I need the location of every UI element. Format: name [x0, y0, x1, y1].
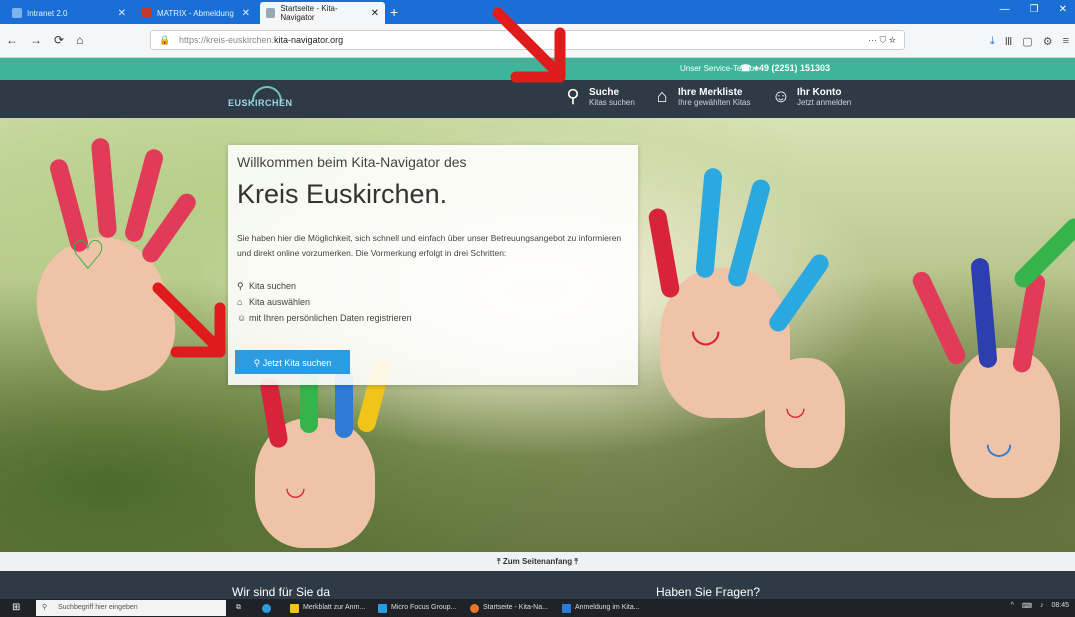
- tab-kita-navigator[interactable]: Startseite - Kita-Navigator ✕: [260, 2, 385, 24]
- footer-heading-contact: Wir sind für Sie da: [232, 585, 331, 599]
- smiley-painting: ◡: [285, 474, 306, 501]
- file-icon: [290, 603, 299, 613]
- painted-finger: [970, 257, 998, 369]
- welcome-paragraph: Sie haben hier die Möglichkeit, sich sch…: [237, 233, 622, 258]
- library-icon[interactable]: Ⅲ: [1005, 35, 1013, 48]
- welcome-heading: Willkommen beim Kita-Navigator des: [237, 154, 467, 170]
- taskbar-search-input[interactable]: ⚲ Suchbegriff hier eingeben: [36, 600, 226, 616]
- reload-icon[interactable]: ⟳: [54, 33, 64, 47]
- taskbar-app[interactable]: Startseite - Kita-Na...: [470, 601, 548, 615]
- sidebar-icon[interactable]: ▢: [1022, 35, 1032, 48]
- new-tab-button[interactable]: +: [390, 4, 398, 20]
- forward-icon[interactable]: →: [30, 33, 42, 47]
- house-heart-icon: ⌂: [656, 86, 668, 106]
- bookmark-star-icon[interactable]: ☆: [889, 35, 896, 45]
- network-icon[interactable]: ⌨: [1022, 602, 1032, 610]
- red-arrow-icon: [492, 7, 566, 83]
- toolbar-icons: ⤓ Ⅲ ▢ ⚙ ≡: [990, 35, 1069, 48]
- painted-finger: [1011, 272, 1047, 374]
- close-icon[interactable]: ✕: [371, 8, 379, 19]
- lock-icon: 🔒: [159, 35, 171, 45]
- nav-konto[interactable]: ☺ Ihr Konto Jetzt anmelden: [771, 86, 851, 107]
- task-view-icon[interactable]: ⧉: [236, 601, 241, 615]
- tab-matrix[interactable]: MATRIX - Abmeldung ✕: [136, 2, 256, 24]
- intranet-icon: [12, 8, 22, 18]
- step-item: ⚲ Kita suchen: [237, 278, 412, 294]
- close-icon[interactable]: ✕: [242, 8, 250, 19]
- close-window-icon[interactable]: ✕: [1059, 4, 1067, 15]
- back-to-top-link[interactable]: ⤒ Zum Seitenanfang ⤒: [0, 552, 1075, 571]
- taskbar-app[interactable]: Merkblatt zur Anm...: [290, 601, 365, 615]
- search-kita-button[interactable]: ⚲ Jetzt Kita suchen: [235, 350, 350, 374]
- arrow-up-icon: ⤒: [574, 557, 578, 566]
- home-icon[interactable]: ⌂: [76, 33, 83, 47]
- firefox-icon: [470, 603, 479, 613]
- painted-finger: [259, 376, 289, 450]
- site-footer: Wir sind für Sie da Haben Sie Fragen?: [0, 571, 1075, 599]
- painted-finger: [647, 207, 681, 299]
- matrix-icon: [142, 8, 152, 18]
- volume-icon[interactable]: ♪: [1040, 602, 1044, 610]
- close-icon[interactable]: ✕: [118, 8, 126, 19]
- system-tray: ^ ⌨ ♪ 08:45: [1011, 602, 1069, 610]
- site-header: EUSKIRCHEN ⚲ Suche Kitas suchen ⌂ Ihre Me…: [0, 80, 1075, 118]
- welcome-title: Kreis Euskirchen.: [237, 179, 448, 209]
- painted-finger: [909, 268, 969, 368]
- welcome-card: Willkommen beim Kita-Navigator des Kreis…: [228, 145, 638, 385]
- chevron-up-icon[interactable]: ^: [1011, 602, 1014, 610]
- back-icon[interactable]: ←: [6, 33, 18, 47]
- arrow-up-icon: ⤒: [497, 557, 501, 566]
- taskbar-app[interactable]: Micro Focus Group...: [378, 601, 456, 615]
- red-arrow-icon: [152, 282, 226, 358]
- smiley-painting: ◡: [785, 394, 806, 421]
- nav-merkliste[interactable]: ⌂ Ihre Merkliste Ihre gewählten Kitas: [652, 86, 751, 107]
- page-icon: [266, 8, 276, 18]
- search-icon: ⚲: [237, 281, 244, 291]
- site-logo[interactable]: EUSKIRCHEN: [228, 84, 308, 114]
- step-item: ☺ mit Ihren persönlichen Daten registrier…: [237, 310, 412, 326]
- app-icon: [562, 603, 571, 613]
- service-phone[interactable]: ☎ +49 (2251) 151303: [740, 63, 830, 74]
- maximize-icon[interactable]: ❐: [1030, 4, 1039, 15]
- nav-buttons: ← → ⟳ ⌂: [6, 33, 83, 47]
- clock[interactable]: 08:45: [1051, 602, 1069, 610]
- smiley-painting: ◡: [985, 424, 1013, 460]
- smiley-painting: ◡: [690, 308, 722, 349]
- search-icon: ⚲: [42, 604, 48, 611]
- footer-heading-questions: Haben Sie Fragen?: [656, 585, 761, 599]
- download-icon[interactable]: ⤓: [990, 35, 995, 48]
- step-item: ⌂ Kita auswählen: [237, 294, 412, 310]
- search-icon: ⚲: [566, 86, 580, 106]
- heart-painting: ♡: [70, 234, 106, 278]
- nav-search[interactable]: ⚲ Suche Kitas suchen: [563, 86, 634, 107]
- painted-finger: [695, 167, 723, 279]
- edge-icon[interactable]: [262, 601, 271, 615]
- os-taskbar: ⊞ ⚲ Suchbegriff hier eingeben ⧉ Merkblat…: [0, 599, 1075, 617]
- house-heart-icon: ⌂: [237, 297, 243, 307]
- user-icon: ☺: [771, 86, 791, 106]
- windows-start-icon[interactable]: ⊞: [12, 602, 20, 613]
- painted-finger: [90, 137, 118, 239]
- window-controls: — ❐ ✕: [1000, 4, 1067, 15]
- taskbar-app[interactable]: Anmeldung im Kita...: [562, 601, 640, 615]
- app-icon: [378, 603, 387, 613]
- more-icon[interactable]: ···: [868, 35, 877, 45]
- menu-icon[interactable]: ≡: [1063, 35, 1069, 48]
- url-actions: ··· ⛉ ☆: [868, 31, 896, 49]
- tab-intranet[interactable]: Intranet 2.0 ✕: [6, 2, 132, 24]
- minimize-icon[interactable]: —: [1000, 4, 1010, 15]
- steps-list: ⚲ Kita suchen ⌂ Kita auswählen ☺ mit Ihren …: [237, 278, 412, 326]
- extension-icon[interactable]: ⚙: [1043, 35, 1053, 48]
- user-icon: ☺: [237, 313, 247, 323]
- pocket-icon[interactable]: ⛉: [880, 35, 887, 45]
